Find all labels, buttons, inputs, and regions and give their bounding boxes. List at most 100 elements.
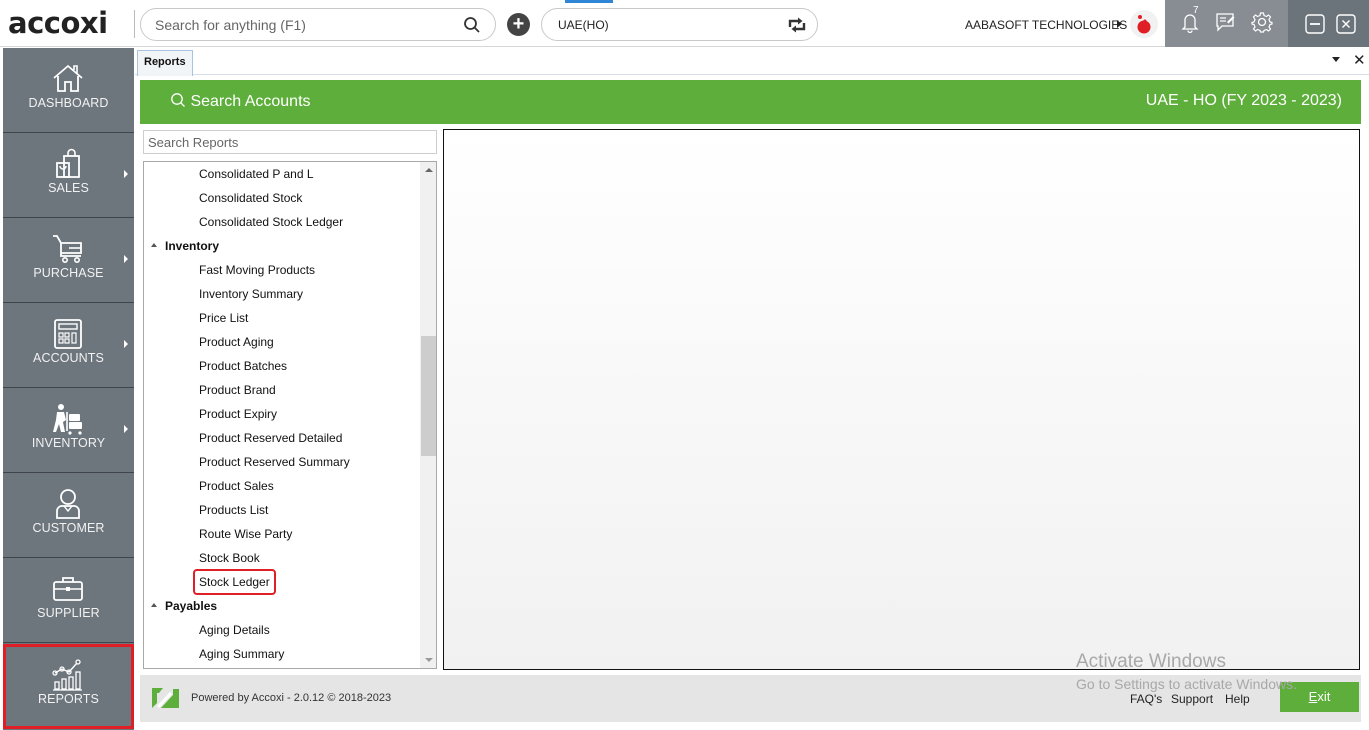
tab-close-icon[interactable]: ✕ — [1353, 51, 1366, 69]
sidebar-item-dashboard[interactable]: DASHBOARD — [3, 48, 134, 133]
top-bar: accoxi + UAE(HO) AABASOFT TECHNOLOGIES 7 — [0, 0, 1369, 47]
tree-item-label: Consolidated P and L — [199, 167, 314, 181]
tab-reports[interactable]: Reports — [137, 50, 193, 76]
company-selector[interactable]: UAE(HO) — [541, 8, 818, 41]
search-icon[interactable] — [463, 16, 481, 39]
tree-item-label: Product Sales — [199, 479, 274, 493]
search-icon — [171, 93, 185, 107]
collapse-caret-icon[interactable] — [151, 603, 157, 607]
sidebar-item-inventory[interactable]: INVENTORY — [3, 388, 134, 473]
tree-item[interactable]: Products List — [144, 498, 420, 522]
tree-item-label: Stock Book — [199, 551, 260, 565]
tree-item[interactable]: Product Reserved Summary — [144, 450, 420, 474]
tree-item[interactable]: Product Brand — [144, 378, 420, 402]
tree-item-label: Product Aging — [199, 335, 274, 349]
chart-icon — [51, 658, 85, 692]
switch-company-icon[interactable] — [787, 16, 807, 39]
add-button[interactable]: + — [507, 13, 530, 36]
tree-scrollbar[interactable] — [420, 162, 436, 668]
windows-watermark-title: Activate Windows — [1076, 651, 1226, 672]
organization-avatar[interactable] — [1130, 10, 1158, 38]
tree-group[interactable]: Payables — [144, 594, 420, 618]
tree-item[interactable]: Product Reserved Detailed — [144, 426, 420, 450]
tree-item[interactable]: Fast Moving Products — [144, 258, 420, 282]
tree-item[interactable]: Inventory Summary — [144, 282, 420, 306]
tree-item-label: Aging Details — [199, 623, 270, 637]
sidebar-item-accounts[interactable]: ACCOUNTS — [3, 303, 134, 388]
tree-item-label: Product Reserved Detailed — [199, 431, 343, 445]
faq-link[interactable]: FAQ's — [1130, 692, 1162, 706]
organization-name[interactable]: AABASOFT TECHNOLOGIES — [965, 18, 1127, 32]
tab-menu-dropdown-icon[interactable] — [1332, 57, 1340, 62]
search-reports[interactable] — [143, 130, 437, 154]
search-accounts-button[interactable]: Search Accounts — [170, 92, 311, 111]
company-value: UAE(HO) — [558, 18, 609, 32]
tree-item-label: Stock Ledger — [193, 569, 276, 595]
search-accounts-label: Search Accounts — [190, 93, 311, 110]
scroll-up-icon[interactable] — [425, 168, 433, 172]
briefcase-icon — [51, 572, 85, 606]
tree-item[interactable]: Aging Details — [144, 618, 420, 642]
help-link[interactable]: Help — [1225, 692, 1250, 706]
tree-item-label: Consolidated Stock Ledger — [199, 215, 344, 229]
tree-item[interactable]: Price List — [144, 306, 420, 330]
tree-item[interactable]: Route Wise Party — [144, 522, 420, 546]
sidebar-label: ACCOUNTS — [33, 351, 104, 365]
powered-by-text: Powered by Accoxi - 2.0.12 © 2018-2023 — [191, 692, 392, 704]
search-reports-input[interactable] — [144, 131, 436, 153]
sidebar-item-sales[interactable]: SALES — [3, 133, 134, 218]
tree-item-label: Product Expiry — [199, 407, 278, 421]
tree-item[interactable]: Product Aging — [144, 330, 420, 354]
caret-right-icon[interactable] — [1117, 20, 1122, 28]
cart-icon — [51, 232, 85, 266]
tree-item[interactable]: Aging Summary — [144, 642, 420, 666]
support-link[interactable]: Support — [1171, 692, 1213, 706]
sidebar-item-purchase[interactable]: PURCHASE — [3, 218, 134, 303]
calculator-icon — [51, 317, 85, 351]
sidebar-label: SALES — [48, 181, 89, 195]
tree-item-label: Product Reserved Summary — [199, 455, 350, 469]
tree-item[interactable]: Consolidated Stock Ledger — [144, 210, 420, 234]
tree-item[interactable]: Product Sales — [144, 474, 420, 498]
minimize-icon[interactable] — [1305, 14, 1325, 39]
submenu-arrow-icon — [124, 425, 128, 433]
sidebar-label: INVENTORY — [31, 436, 106, 450]
tree-item[interactable]: Product Batches — [144, 354, 420, 378]
gear-icon[interactable] — [1251, 11, 1273, 38]
reports-header: Search Accounts UAE - HO (FY 2023 - 2023… — [140, 80, 1361, 124]
sidebar-item-reports[interactable]: REPORTS — [3, 644, 134, 729]
tree-item[interactable]: Stock Ledger — [144, 569, 420, 595]
home-icon — [51, 62, 85, 96]
tree-item[interactable]: Consolidated Stock — [144, 186, 420, 210]
collapse-caret-icon[interactable] — [151, 243, 157, 247]
accoxi-mark-icon — [149, 685, 181, 716]
global-search-input[interactable] — [155, 15, 455, 35]
sidebar-item-supplier[interactable]: SUPPLIER — [3, 558, 134, 643]
submenu-arrow-icon — [124, 170, 128, 178]
logo-divider — [134, 10, 135, 38]
scroll-thumb[interactable] — [421, 336, 436, 456]
message-icon[interactable] — [1215, 11, 1237, 38]
scroll-down-icon[interactable] — [425, 658, 433, 662]
tree-group-label: Inventory — [165, 239, 220, 253]
tree-item-label: Product Brand — [199, 383, 276, 397]
tree-item[interactable]: Product Expiry — [144, 402, 420, 426]
user-icon — [51, 487, 85, 521]
global-search[interactable] — [140, 8, 496, 41]
tree-item-label: Price List — [199, 311, 249, 325]
accoxi-logo: accoxi — [8, 6, 108, 40]
reports-tree: Consolidated P and L Consolidated Stock Co… — [143, 161, 437, 669]
sidebar-item-customer[interactable]: CUSTOMER — [3, 473, 134, 558]
sidebar-label: CUSTOMER — [32, 521, 105, 535]
tree-item[interactable]: Stock Book — [144, 546, 420, 570]
tree-item-label: Fast Moving Products — [199, 263, 316, 277]
window-controls — [1288, 0, 1369, 47]
tree-item[interactable]: Consolidated P and L — [144, 162, 420, 186]
tree-group-label: Payables — [165, 599, 218, 613]
sidebar: DASHBOARD SALES PURCHASE ACCOUNTS INVENT… — [3, 48, 134, 730]
plus-icon: + — [512, 13, 525, 35]
close-icon[interactable] — [1336, 14, 1356, 39]
fiscal-year-label: UAE - HO (FY 2023 - 2023) — [1145, 92, 1342, 109]
tree-group[interactable]: Inventory — [144, 234, 420, 258]
tree-item-label: Products List — [199, 503, 269, 517]
